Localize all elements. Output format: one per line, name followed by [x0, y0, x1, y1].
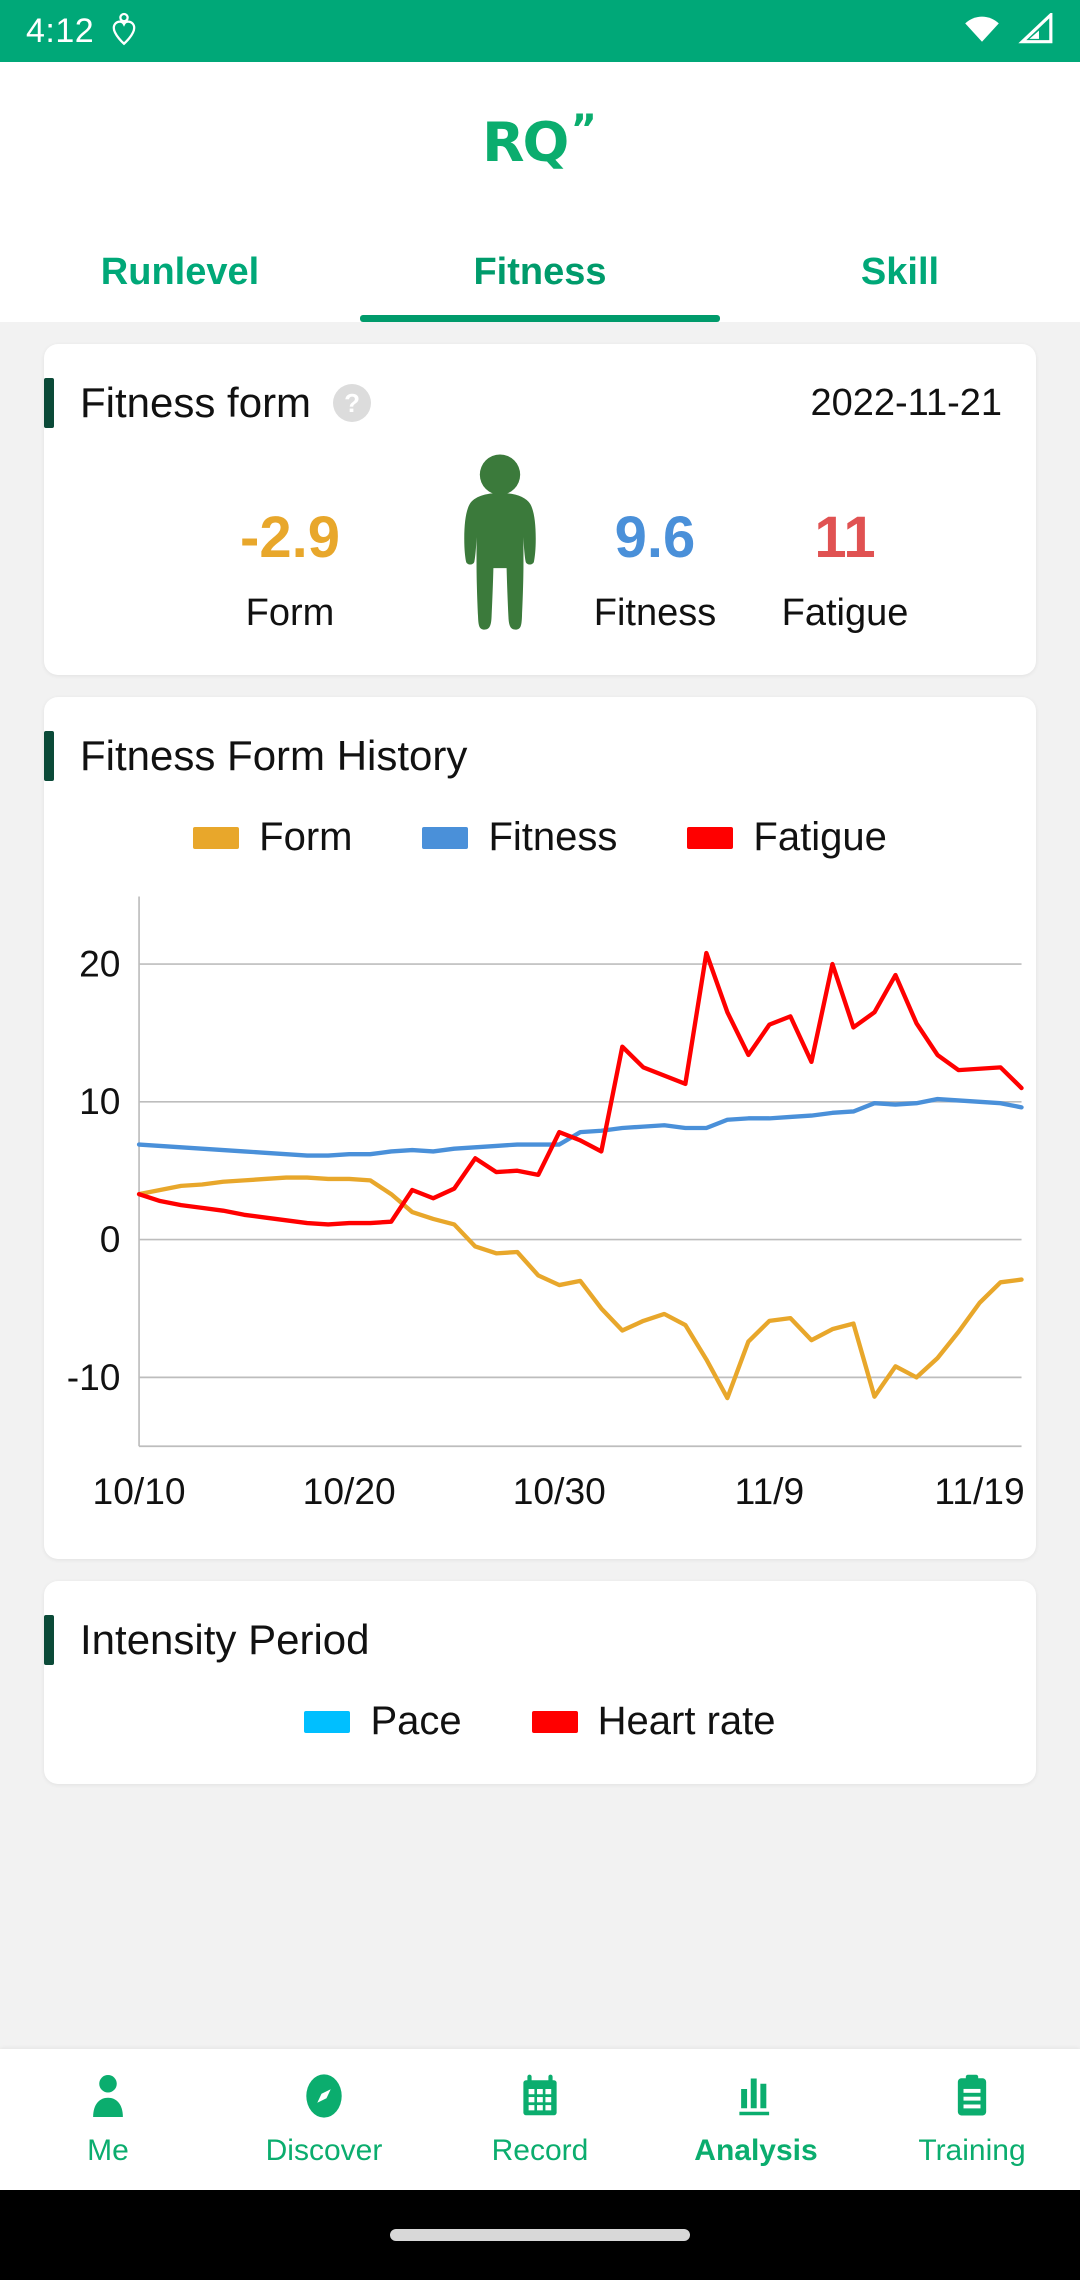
- svg-text:10: 10: [79, 1080, 120, 1122]
- intensity-title: Intensity Period: [80, 1616, 370, 1664]
- intensity-period-card: Intensity Period Pace Heart rate: [44, 1581, 1036, 1785]
- legend-label-heart-rate: Heart rate: [597, 1699, 776, 1744]
- legend-item-heart-rate[interactable]: Heart rate: [531, 1699, 776, 1744]
- status-bar-left: 4:12: [26, 12, 138, 51]
- status-bar: 4:12: [0, 0, 1080, 62]
- nav-label-me: Me: [87, 2133, 129, 2167]
- history-legend: Form Fitness Fatigue: [44, 781, 1036, 860]
- wifi-icon: [962, 13, 1002, 50]
- legend-swatch-fitness: [422, 826, 469, 849]
- stat-fatigue: 11 Fatigue: [750, 506, 940, 635]
- stat-fatigue-value: 11: [814, 505, 876, 571]
- scroll-content[interactable]: Fitness form ? 2022-11-21 -2.9 Form 9.6: [0, 322, 1080, 2049]
- tab-skill[interactable]: Skill: [720, 222, 1080, 322]
- nav-label-analysis: Analysis: [694, 2133, 818, 2167]
- card-accent-bar: [44, 1615, 54, 1666]
- nav-label-training: Training: [918, 2133, 1026, 2167]
- clipboard-icon: [952, 2072, 992, 2120]
- nav-item-record[interactable]: Record: [432, 2072, 648, 2168]
- intensity-card-header: Intensity Period: [44, 1581, 1036, 1666]
- legend-label-fatigue: Fatigue: [753, 815, 887, 859]
- tab-fitness[interactable]: Fitness: [360, 222, 720, 322]
- signal-icon: [1016, 10, 1054, 50]
- heart-location-icon: [110, 12, 138, 51]
- tab-fitness-label: Fitness: [473, 250, 607, 293]
- system-home-bar: [0, 2190, 1080, 2280]
- legend-swatch-heart-rate: [531, 1710, 578, 1733]
- nav-item-me[interactable]: Me: [0, 2072, 216, 2168]
- fitness-stats-row: -2.9 Form 9.6 Fitness 11 Fatigue: [44, 428, 1036, 675]
- calendar-icon: [519, 2072, 561, 2120]
- fitness-history-chart[interactable]: 20 10 0 -10 10/10 10/20 10/30 11/9 11/19: [44, 860, 1036, 1559]
- person-icon: [87, 2072, 129, 2120]
- svg-text:-10: -10: [67, 1356, 121, 1398]
- stat-fitness-label: Fitness: [593, 592, 717, 634]
- legend-item-fitness[interactable]: Fitness: [422, 815, 617, 860]
- compass-icon: [301, 2072, 347, 2120]
- svg-text:10/20: 10/20: [303, 1470, 396, 1512]
- svg-text:20: 20: [79, 942, 120, 984]
- stat-form-value: -2.9: [240, 505, 340, 571]
- svg-text:10/10: 10/10: [93, 1470, 186, 1512]
- legend-item-pace[interactable]: Pace: [304, 1699, 462, 1744]
- rq-logo: RQ ”: [482, 107, 597, 174]
- tab-active-underline: [360, 315, 720, 322]
- svg-text:11/19: 11/19: [934, 1470, 1024, 1512]
- fitness-form-card: Fitness form ? 2022-11-21 -2.9 Form 9.6: [44, 344, 1036, 675]
- app-header: RQ ”: [0, 62, 1080, 222]
- legend-label-form: Form: [259, 815, 353, 859]
- nav-item-training[interactable]: Training: [864, 2072, 1080, 2168]
- bar-chart-icon: [735, 2072, 777, 2120]
- home-indicator[interactable]: [390, 2229, 690, 2241]
- nav-item-discover[interactable]: Discover: [216, 2072, 432, 2168]
- status-clock: 4:12: [26, 11, 95, 50]
- stat-form: -2.9 Form: [140, 506, 440, 635]
- tab-runlevel[interactable]: Runlevel: [0, 222, 360, 322]
- logo-quote-mark: ”: [570, 106, 597, 153]
- card-accent-bar: [44, 731, 54, 781]
- tab-runlevel-label: Runlevel: [100, 250, 260, 293]
- fitness-form-title: Fitness form: [80, 379, 312, 426]
- fitness-form-history-card: Fitness Form History Form Fitness Fatigu…: [44, 697, 1036, 1560]
- legend-label-pace: Pace: [370, 1699, 462, 1744]
- history-card-header: Fitness Form History: [44, 697, 1036, 781]
- logo-text: RQ: [482, 110, 569, 174]
- person-standing-icon: [440, 450, 560, 635]
- card-accent-bar: [44, 378, 54, 428]
- fitness-history-chart-svg: 20 10 0 -10 10/10 10/20 10/30 11/9 11/19: [67, 896, 1025, 1512]
- stat-fatigue-label: Fatigue: [781, 592, 909, 634]
- phone-screen: 4:12 RQ ” Runlevel Fitness Skill Fitness…: [0, 0, 1080, 2280]
- legend-swatch-pace: [304, 1710, 351, 1733]
- legend-item-form[interactable]: Form: [193, 815, 352, 860]
- svg-text:11/9: 11/9: [735, 1470, 805, 1512]
- nav-label-record: Record: [491, 2133, 589, 2167]
- nav-label-discover: Discover: [265, 2133, 383, 2167]
- legend-swatch-fatigue: [687, 826, 734, 849]
- status-bar-right: [962, 10, 1054, 50]
- svg-text:0: 0: [100, 1218, 121, 1260]
- legend-swatch-form: [193, 826, 240, 849]
- stat-fitness-value: 9.6: [614, 505, 696, 571]
- history-title: Fitness Form History: [80, 732, 468, 779]
- stat-form-label: Form: [245, 592, 335, 634]
- legend-label-fitness: Fitness: [488, 815, 618, 859]
- help-icon[interactable]: ?: [333, 384, 372, 422]
- intensity-legend: Pace Heart rate: [44, 1665, 1036, 1784]
- tab-bar: Runlevel Fitness Skill: [0, 222, 1080, 322]
- legend-item-fatigue[interactable]: Fatigue: [687, 815, 887, 860]
- nav-item-analysis[interactable]: Analysis: [648, 2072, 864, 2168]
- tab-skill-label: Skill: [860, 250, 940, 293]
- stat-fitness: 9.6 Fitness: [560, 506, 750, 635]
- svg-text:10/30: 10/30: [513, 1470, 606, 1512]
- fitness-form-date: 2022-11-21: [810, 381, 1002, 424]
- fitness-form-card-header: Fitness form ? 2022-11-21: [44, 344, 1036, 428]
- bottom-navigation: Me Discover Record Analysis Training: [0, 2049, 1080, 2190]
